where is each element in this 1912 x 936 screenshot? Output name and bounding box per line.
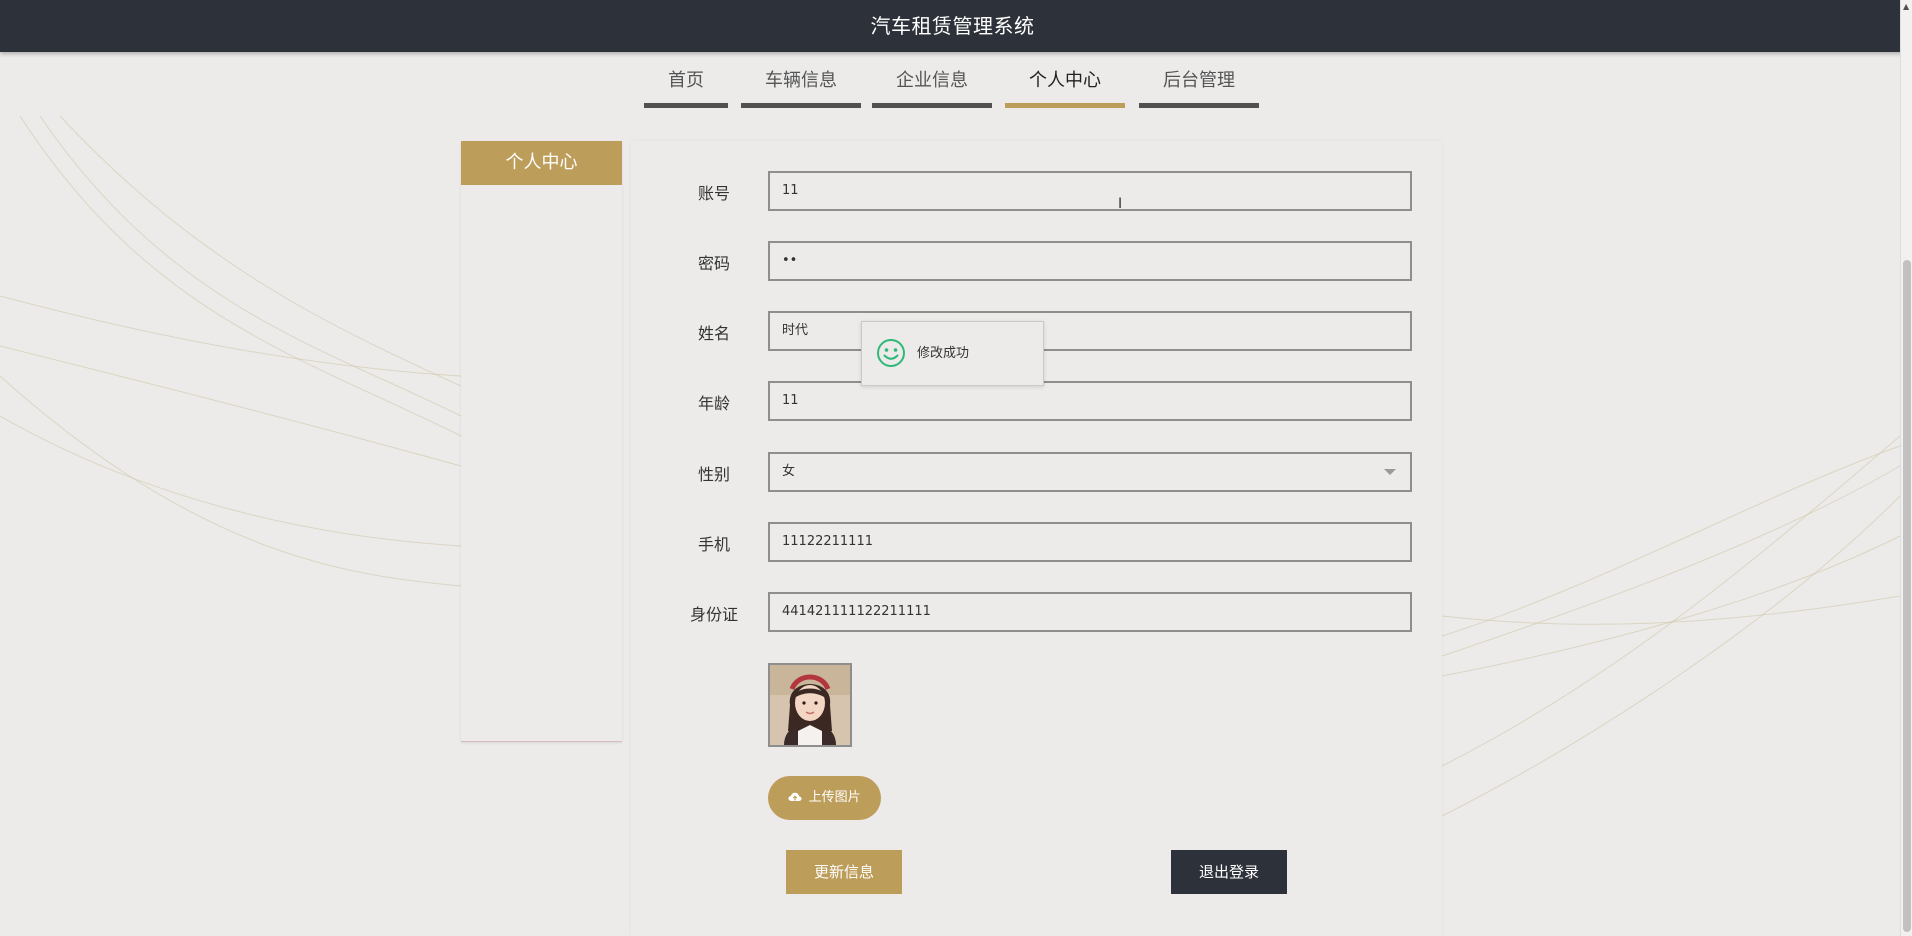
nav-item-admin[interactable]: 后台管理 (1139, 66, 1259, 108)
app-title: 汽车租赁管理系统 (870, 14, 1035, 38)
phone-value: 11122211111 (782, 534, 873, 549)
avatar-image (770, 665, 850, 745)
password-field[interactable]: •• (768, 241, 1412, 281)
gender-select[interactable]: 女 (768, 452, 1412, 492)
password-value: •• (782, 253, 798, 268)
vertical-scrollbar[interactable]: ▲ (1900, 0, 1912, 936)
age-label: 年龄 (697, 394, 730, 413)
sidebar-title[interactable]: 个人中心 (461, 141, 622, 185)
upload-image-label: 上传图片 (808, 790, 861, 805)
nav-item-label: 企业信息 (896, 70, 968, 91)
gender-value: 女 (782, 464, 796, 479)
profile-form: 账号 11 I 密码 •• 姓名 时代 年龄 11 性别 女 手机 111222… (631, 141, 1442, 936)
id-card-label: 身份证 (689, 605, 738, 624)
toast-message: 修改成功 (917, 346, 970, 361)
sidebar: 个人中心 (461, 141, 622, 742)
account-value: 11 (782, 183, 799, 198)
age-field[interactable]: 11 (768, 381, 1412, 421)
chevron-down-icon (1384, 469, 1396, 475)
scroll-up-arrow-icon[interactable]: ▲ (1903, 2, 1909, 11)
nav-item-vehicles[interactable]: 车辆信息 (741, 66, 861, 108)
nav-item-label: 首页 (668, 70, 704, 91)
nav-item-label: 车辆信息 (765, 70, 837, 91)
success-toast: 修改成功 (861, 321, 1044, 386)
upload-image-button[interactable]: 上传图片 (768, 776, 881, 820)
nav-underline (1139, 103, 1259, 108)
id-card-field[interactable]: 441421111122211111 (768, 592, 1412, 632)
account-field[interactable]: 11 (768, 171, 1412, 211)
id-card-value: 441421111122211111 (782, 604, 931, 619)
nav-item-label: 个人中心 (1029, 70, 1101, 91)
nav-item-label: 后台管理 (1163, 70, 1235, 91)
smile-icon (877, 339, 905, 367)
nav-underline-active (1005, 103, 1125, 108)
nav-underline (872, 103, 992, 108)
main-nav: 首页 车辆信息 企业信息 个人中心 后台管理 (0, 52, 1900, 116)
gender-label: 性别 (697, 465, 730, 484)
phone-field[interactable]: 11122211111 (768, 522, 1412, 562)
name-value: 时代 (782, 323, 809, 338)
nav-item-personal-center[interactable]: 个人中心 (1005, 66, 1125, 108)
age-value: 11 (782, 393, 799, 408)
name-label: 姓名 (697, 324, 730, 343)
scrollbar-thumb[interactable] (1903, 260, 1911, 932)
cloud-upload-icon (788, 792, 802, 801)
password-label: 密码 (697, 254, 730, 273)
avatar (768, 663, 852, 747)
nav-item-company[interactable]: 企业信息 (872, 66, 992, 108)
app-header: 汽车租赁管理系统 (0, 0, 1905, 52)
update-info-button[interactable]: 更新信息 (786, 850, 902, 894)
text-cursor-icon: I (1118, 196, 1123, 212)
phone-label: 手机 (697, 535, 730, 554)
nav-underline (741, 103, 861, 108)
logout-button[interactable]: 退出登录 (1171, 850, 1287, 894)
nav-item-home[interactable]: 首页 (644, 66, 728, 108)
nav-underline (644, 103, 728, 108)
account-label: 账号 (697, 184, 730, 203)
